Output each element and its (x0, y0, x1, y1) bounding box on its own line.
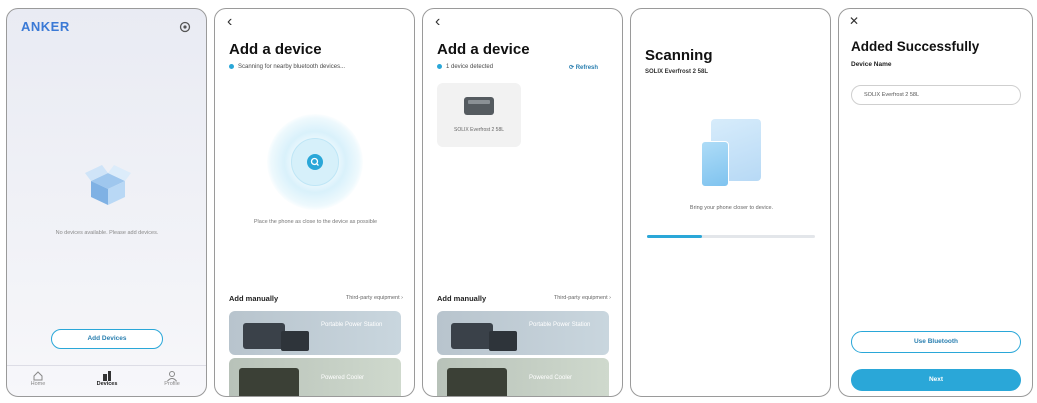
screen-devices-empty: ANKER No devices available. Please add d… (6, 8, 207, 397)
phone-icon (701, 141, 729, 187)
nav-home[interactable]: Home (23, 381, 53, 387)
screen-add-device-scanning: ‹ Add a device Scanning for nearby bluet… (214, 8, 415, 397)
next-button[interactable]: Next (851, 369, 1021, 391)
cooler-image (447, 368, 507, 396)
add-devices-button[interactable]: Add Devices (51, 329, 163, 349)
screen-added-successfully: ✕ Added Successfully Device Name SOLIX E… (838, 8, 1033, 397)
add-manually-label: Add manually (229, 294, 279, 303)
page-title: Add a device (437, 41, 530, 58)
device-lid (468, 100, 490, 104)
proximity-hint: Bring your phone closer to device. (689, 205, 774, 211)
use-bluetooth-button[interactable]: Use Bluetooth (851, 331, 1021, 353)
card-label: Powered Cooler (529, 375, 573, 381)
refresh-button[interactable]: ⟳ Refresh (569, 64, 598, 71)
category-card-power-station[interactable]: Portable Power Station (229, 311, 401, 355)
power-station-panel (489, 331, 517, 351)
add-manually-label: Add manually (437, 294, 487, 303)
category-card-cooler[interactable]: Powered Cooler (229, 358, 401, 396)
third-party-link[interactable]: Third-party equipment › (531, 295, 611, 301)
scan-progress-fill (647, 235, 703, 238)
cooler-image (239, 368, 299, 396)
power-station-panel (281, 331, 309, 351)
nav-profile[interactable]: Profile (157, 381, 187, 387)
card-label: Powered Cooler (321, 375, 365, 381)
status-dot-icon (437, 64, 442, 69)
detect-status: 1 device detected (437, 64, 493, 70)
category-card-power-station[interactable]: Portable Power Station (437, 311, 609, 355)
scan-status-text: Scanning for nearby bluetooth devices... (238, 64, 346, 71)
device-name-input[interactable]: SOLIX Everfrost 2 58L (851, 85, 1021, 105)
back-chevron-icon[interactable]: ‹ (435, 14, 440, 30)
page-title: Added Successfully (851, 39, 980, 54)
home-icon[interactable] (32, 369, 44, 381)
empty-box-icon (83, 159, 133, 209)
scan-progress-track (647, 235, 815, 238)
anker-logo: ANKER (21, 19, 70, 34)
back-chevron-icon[interactable]: ‹ (227, 14, 232, 30)
scan-status: Scanning for nearby bluetooth devices... (229, 64, 345, 70)
detected-device-name: SOLIX Everfrost 2 58L (453, 127, 505, 133)
settings-icon[interactable] (179, 20, 191, 33)
device-name-label: Device Name (851, 61, 892, 68)
refresh-label: Refresh (575, 65, 599, 71)
screen-add-device-detected: ‹ Add a device 1 device detected ⟳ Refre… (422, 8, 623, 397)
detected-device-card[interactable]: SOLIX Everfrost 2 58L (437, 83, 521, 147)
third-party-link[interactable]: Third-party equipment › (323, 295, 403, 301)
empty-state-text: No devices available. Please add devices… (55, 230, 159, 236)
close-icon[interactable]: ✕ (849, 14, 859, 28)
card-label: Portable Power Station (321, 322, 383, 328)
page-title: Scanning (645, 47, 713, 64)
nav-divider (7, 365, 206, 366)
status-dot-icon (229, 64, 234, 69)
scanning-device-name: SOLIX Everfrost 2 58L (645, 69, 709, 75)
nav-devices[interactable]: Devices (92, 381, 122, 387)
category-card-cooler[interactable]: Powered Cooler (437, 358, 609, 396)
profile-icon[interactable] (166, 369, 178, 382)
power-station-image (243, 323, 285, 349)
search-icon (307, 154, 323, 170)
screen-scanning-device: Scanning SOLIX Everfrost 2 58L Bring you… (630, 8, 831, 397)
card-label: Portable Power Station (529, 322, 591, 328)
power-station-image (451, 323, 493, 349)
devices-icon[interactable] (101, 369, 113, 381)
page-title: Add a device (229, 41, 322, 58)
scan-hint: Place the phone as close to the device a… (253, 219, 378, 225)
refresh-icon: ⟳ (569, 65, 576, 71)
detect-status-text: 1 device detected (446, 64, 494, 71)
